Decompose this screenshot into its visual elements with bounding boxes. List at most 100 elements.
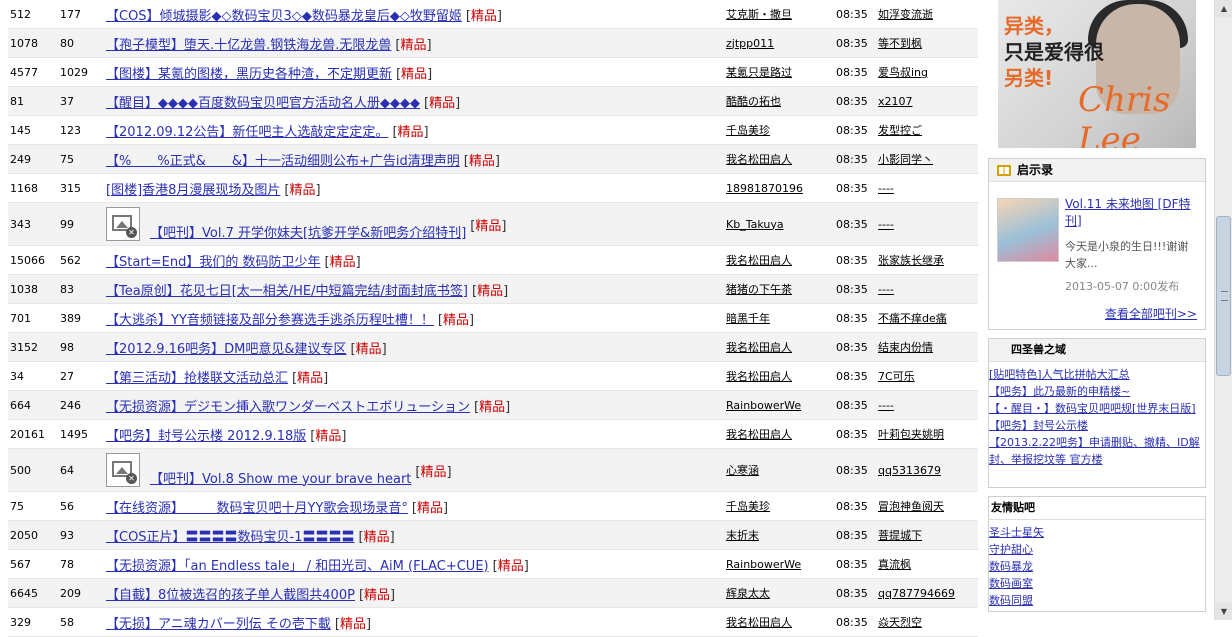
click-count: 500: [10, 463, 31, 477]
thread-title-cell: 【Tea原创】花见七日[太一相关/HE/中短篇完结/封面封底书签] [精品]: [106, 280, 726, 299]
promo-banner[interactable]: 异类， 只是爱得很 另类! Chris Lee: [998, 0, 1196, 148]
last-replier-link[interactable]: 菩提城下: [878, 529, 922, 542]
beasts-link[interactable]: [贴吧特色]人气比拼帖大汇总: [989, 366, 1205, 383]
friends-link[interactable]: 守护甜心: [989, 541, 1205, 558]
magazine-date: 2013-05-07 0:00发布: [1065, 280, 1180, 293]
last-replier-link[interactable]: 不痛不痒de痛: [878, 312, 947, 325]
thread-title-link[interactable]: 【大逃杀】YY音频链接及部分参赛选手逃杀历程吐槽！！: [106, 309, 434, 328]
good-badge-text: 精品: [355, 341, 382, 357]
thread-title-link[interactable]: 【Tea原创】花见七日[太一相关/HE/中短篇完结/封面封底书签]: [106, 280, 468, 299]
thread-title-cell: 【自截】8位被选召的孩子单人截图共400P [精品]: [106, 584, 726, 603]
thread-title-link[interactable]: 【无损资源】「an Endless tale」 / 和田光司、AiM (FLAC…: [106, 555, 489, 574]
author-link[interactable]: 暗黑千年: [726, 312, 770, 325]
thread-title-link[interactable]: 【无损资源】デジモン挿入歌ワンダーベストエボリューション: [106, 396, 470, 415]
scroll-thumb[interactable]: [1216, 216, 1231, 376]
thread-title-link[interactable]: 【COS正片】〓〓〓〓数码宝贝-1〓〓〓〓: [106, 526, 355, 545]
last-replier-link[interactable]: qq787794669: [878, 587, 955, 600]
author-link[interactable]: RainbowerWe: [726, 399, 801, 412]
vertical-scrollbar[interactable]: ▲ ▼: [1214, 0, 1232, 620]
reply-time: 08:35: [836, 398, 868, 412]
last-replier-link[interactable]: 叶莉包夹姚明: [878, 428, 944, 441]
last-replier-link[interactable]: 发型控ご: [878, 124, 922, 137]
last-replier: 叶莉包夹姚明: [878, 426, 978, 442]
thread-title-link[interactable]: 【在线资源】 数码宝贝吧十月YY歌会现场录音°: [106, 497, 408, 516]
author-link[interactable]: 千岛美珍: [726, 124, 770, 137]
beasts-link[interactable]: 【・醒目・】数码宝贝吧吧规[世界末日版]: [989, 400, 1205, 417]
last-replier-link[interactable]: 小影同学丶: [878, 153, 933, 166]
last-replier-link[interactable]: ----: [878, 283, 894, 296]
author-link[interactable]: 我名松田启人: [726, 616, 792, 629]
author-link[interactable]: 猪猪の下午茶: [726, 283, 792, 296]
author-link[interactable]: zjtpp011: [726, 37, 774, 50]
last-replier-link[interactable]: qq5313679: [878, 464, 941, 477]
last-replier-link[interactable]: 张家族长继承: [878, 254, 944, 267]
last-replier-link[interactable]: ----: [878, 218, 894, 231]
last-replier-link[interactable]: 爱鸟叔ing: [878, 66, 928, 79]
good-badge-text: 精品: [397, 124, 424, 140]
last-replier-link[interactable]: 如浮变流逝: [878, 8, 933, 21]
friends-link[interactable]: 圣斗士星矢: [989, 524, 1205, 541]
magazine-thumbnail[interactable]: [997, 198, 1059, 262]
thread-title-link[interactable]: 【第三活动】抢楼联文活动总汇: [106, 367, 288, 386]
beasts-link[interactable]: 【2013.2.22吧务】申请删贴、撤精、ID解封、举报挖坟等 官方楼: [989, 434, 1205, 468]
author-link[interactable]: 我名松田启人: [726, 254, 792, 267]
author-link[interactable]: 某氪只是路过: [726, 66, 792, 79]
scroll-down-arrow-icon[interactable]: ▼: [1215, 603, 1232, 620]
thread-title-link[interactable]: 【COS】倾城摄影◆◇数码宝贝3◇◆数码暴龙皇后◆◇牧野留姬: [106, 5, 462, 24]
thread-title-link[interactable]: 【孢子模型】堕天.十亿龙兽.钢铁海龙兽.无限龙兽: [106, 34, 391, 53]
thread-title-link[interactable]: [图楼]香港8月漫展现场及图片: [106, 179, 280, 198]
last-replier: 发型控ご: [878, 122, 978, 138]
last-replier-link[interactable]: 冒泡神鱼阅天: [878, 500, 944, 513]
author-link[interactable]: 酷酷の拓也: [726, 95, 781, 108]
author-link[interactable]: 18981870196: [726, 182, 803, 195]
thread-author: 千岛美珍: [726, 498, 836, 514]
author-link[interactable]: 艾克斯・撒旦: [726, 8, 792, 21]
friends-link[interactable]: 数码同盟: [989, 592, 1205, 609]
last-replier-link[interactable]: 等不到枫: [878, 37, 922, 50]
thread-title-cell: [图楼]香港8月漫展现场及图片 [精品]: [106, 179, 726, 198]
broken-image-icon[interactable]: ✕: [106, 207, 140, 241]
thread-row: 4577 1029 【图楼】某氪的图楼，黑历史各种渣，不定期更新 [精品] 某氪只是路过…: [8, 58, 978, 87]
author-link[interactable]: RainbowerWe: [726, 558, 801, 571]
thread-title-link[interactable]: 【醒目】◆◆◆◆百度数码宝贝吧官方活动名人册◆◆◆◆: [106, 92, 420, 111]
last-replier-link[interactable]: ----: [878, 399, 894, 412]
beasts-link[interactable]: 【吧务】封号公示楼: [989, 417, 1205, 434]
good-badge: [精品]: [358, 587, 396, 603]
thread-title-link[interactable]: 【无损】アニ魂カバー列伝 その壱下載: [106, 613, 331, 632]
last-replier-link[interactable]: ----: [878, 182, 894, 195]
thread-title-link[interactable]: 【吧务】封号公示楼 2012.9.18版: [106, 425, 306, 444]
good-badge-text: 精品: [479, 399, 506, 415]
last-replier-link[interactable]: 结束内份情: [878, 341, 933, 354]
author-link[interactable]: Kb_Takuya: [726, 218, 784, 231]
thread-title-link[interactable]: 【自截】8位被选召的孩子单人截图共400P: [106, 584, 355, 603]
thread-title-link[interactable]: 【吧刊】Vol.8 Show me your brave heart: [150, 468, 411, 487]
reply-time: 08:35: [836, 217, 868, 231]
last-replier-link[interactable]: 焱天烈空: [878, 616, 922, 629]
friends-link[interactable]: 数码暴龙: [989, 558, 1205, 575]
thread-title-link[interactable]: 【Start=End】我们的 数码防卫少年: [106, 251, 321, 270]
author-link[interactable]: 千岛美珍: [726, 500, 770, 513]
thread-author: 猪猪の下午茶: [726, 281, 836, 297]
author-link[interactable]: 辉泉太太: [726, 587, 770, 600]
author-link[interactable]: 我名松田启人: [726, 370, 792, 383]
last-replier-link[interactable]: 真流枫: [878, 558, 911, 571]
view-all-magazines-link[interactable]: 查看全部吧刊>>: [1105, 305, 1197, 322]
thread-title-link[interactable]: 【吧刊】Vol.7 开学你妹夫[坑爹开学&新吧务介绍特刊]: [150, 222, 466, 241]
beasts-link[interactable]: 【吧务】此乃最新的申精楼~: [989, 383, 1205, 400]
author-link[interactable]: 我名松田启人: [726, 341, 792, 354]
magazine-title-link[interactable]: Vol.11 未来地图 [DF特刊]: [1065, 196, 1197, 230]
thread-author: RainbowerWe: [726, 399, 836, 412]
scroll-up-arrow-icon[interactable]: ▲: [1215, 0, 1232, 17]
thread-title-link[interactable]: 【2012.09.12公告】新任吧主人选敲定定定定。: [106, 121, 388, 140]
thread-title-link[interactable]: 【图楼】某氪的图楼，黑历史各种渣，不定期更新: [106, 63, 392, 82]
author-link[interactable]: 末折末: [726, 529, 759, 542]
author-link[interactable]: 我名松田启人: [726, 153, 792, 166]
last-replier-link[interactable]: 7C可乐: [878, 370, 915, 383]
author-link[interactable]: 心寒涵: [726, 464, 759, 477]
broken-image-icon[interactable]: ✕: [106, 453, 140, 487]
author-link[interactable]: 我名松田启人: [726, 428, 792, 441]
friends-link[interactable]: 数码画室: [989, 575, 1205, 592]
thread-title-link[interactable]: 【2012.9.16吧务】DM吧意见&建议专区: [106, 338, 347, 357]
thread-title-link[interactable]: 【% %正式& &】十一活动细则公布+广告id清理声明: [106, 150, 460, 169]
last-replier-link[interactable]: x2107: [878, 95, 913, 108]
